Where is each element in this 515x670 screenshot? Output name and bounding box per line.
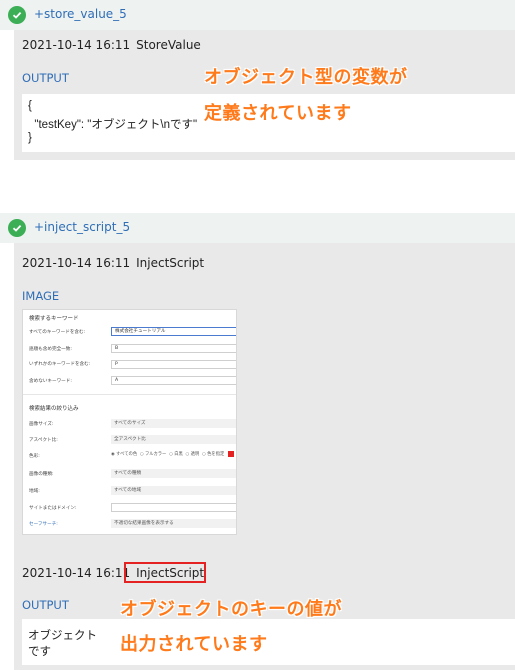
- filter-label: セーフサーチ:: [29, 522, 58, 527]
- output-line: }: [28, 132, 32, 144]
- screenshot-heading: 検索するキーワード: [29, 316, 79, 322]
- radio-label: すべての色: [116, 452, 138, 457]
- store-value-header[interactable]: +store_value_5: [0, 0, 515, 30]
- timestamp: 2021-10-14 16:11: [22, 566, 131, 580]
- output-text-box: オブジェクト です: [22, 619, 515, 665]
- annotation-text: 定義されています: [204, 103, 352, 124]
- color-radio-group: ◉ すべての色 ○ フルカラー ○ 白黒 ○ 透明 ○ 色を指定: [111, 451, 224, 457]
- color-swatch: [228, 451, 234, 457]
- field-label: いずれかのキーワードを含む:: [29, 362, 91, 367]
- filter-select: すべての種類: [111, 469, 236, 478]
- radio-label: 色を指定: [207, 452, 225, 457]
- filter-select: 不適切な結果画像を表示する: [111, 519, 236, 528]
- radio-label: フルカラー: [145, 452, 167, 457]
- radio-icon: ○: [169, 452, 173, 457]
- result-screenshot: 検索するキーワード すべてのキーワードを含む: 株式会社チュートリアル 語順も含…: [22, 309, 237, 535]
- field-label: 含めないキーワード:: [29, 379, 72, 384]
- inject-script-header[interactable]: +inject_script_5: [0, 213, 515, 243]
- annotation-text: オブジェクトのキーの値が: [120, 599, 342, 620]
- output-line: です: [28, 646, 51, 658]
- check-circle-icon: [8, 219, 26, 237]
- radio-label: 透明: [190, 452, 200, 457]
- radio-icon: ○: [202, 452, 206, 457]
- image-label: IMAGE: [22, 289, 60, 303]
- filter-select: すべてのサイズ: [111, 419, 236, 428]
- annotation-text: 出力されています: [120, 634, 268, 655]
- filter-select: すべての地域: [111, 486, 236, 495]
- log-entry-header: 2021-10-14 16:11 InjectScript: [22, 256, 204, 270]
- output-line: {: [28, 100, 32, 112]
- keyword-input: 株式会社チュートリアル: [111, 327, 236, 336]
- filter-label: 地域:: [29, 489, 40, 494]
- annotation-text: オブジェクト型の変数が: [204, 67, 408, 88]
- step-title[interactable]: +inject_script_5: [34, 220, 130, 234]
- radio-label: 白黒: [174, 452, 183, 457]
- keyword-input: P: [111, 360, 236, 369]
- command-name: StoreValue: [136, 38, 201, 52]
- timestamp: 2021-10-14 16:11: [22, 256, 131, 270]
- keyword-input: B: [111, 344, 236, 353]
- radio-checked-icon: ◉: [111, 452, 115, 457]
- field-label: すべてのキーワードを含む:: [29, 330, 86, 335]
- site-input: [111, 503, 236, 512]
- output-label: OUTPUT: [22, 71, 69, 85]
- output-label: OUTPUT: [22, 598, 69, 612]
- log-entry-header: 2021-10-14 16:11 StoreValue: [22, 38, 201, 52]
- divider: [23, 394, 236, 395]
- command-name: InjectScript: [136, 256, 205, 270]
- radio-icon: ○: [185, 452, 190, 457]
- output-line: "testKey": "オブジェクト\nです": [28, 119, 198, 131]
- step-title[interactable]: +store_value_5: [34, 7, 127, 21]
- check-circle-icon: [8, 6, 26, 24]
- keyword-input: A: [111, 376, 236, 385]
- output-line: オブジェクト: [28, 630, 97, 642]
- screenshot-heading: 検索結果の絞り込み: [29, 406, 79, 412]
- filter-label: 色彩:: [29, 454, 40, 459]
- highlight-box: [124, 562, 206, 583]
- filter-label: アスペクト比:: [29, 438, 58, 443]
- field-label: 語順も含め完全一致:: [29, 347, 72, 352]
- filter-label: 画像サイズ:: [29, 422, 54, 427]
- filter-label: 画像の種類:: [29, 472, 54, 477]
- timestamp: 2021-10-14 16:11: [22, 38, 131, 52]
- filter-label: サイトまたはドメイン:: [29, 506, 77, 511]
- radio-icon: ○: [139, 452, 144, 457]
- filter-select: 全アスペクト比: [111, 435, 236, 444]
